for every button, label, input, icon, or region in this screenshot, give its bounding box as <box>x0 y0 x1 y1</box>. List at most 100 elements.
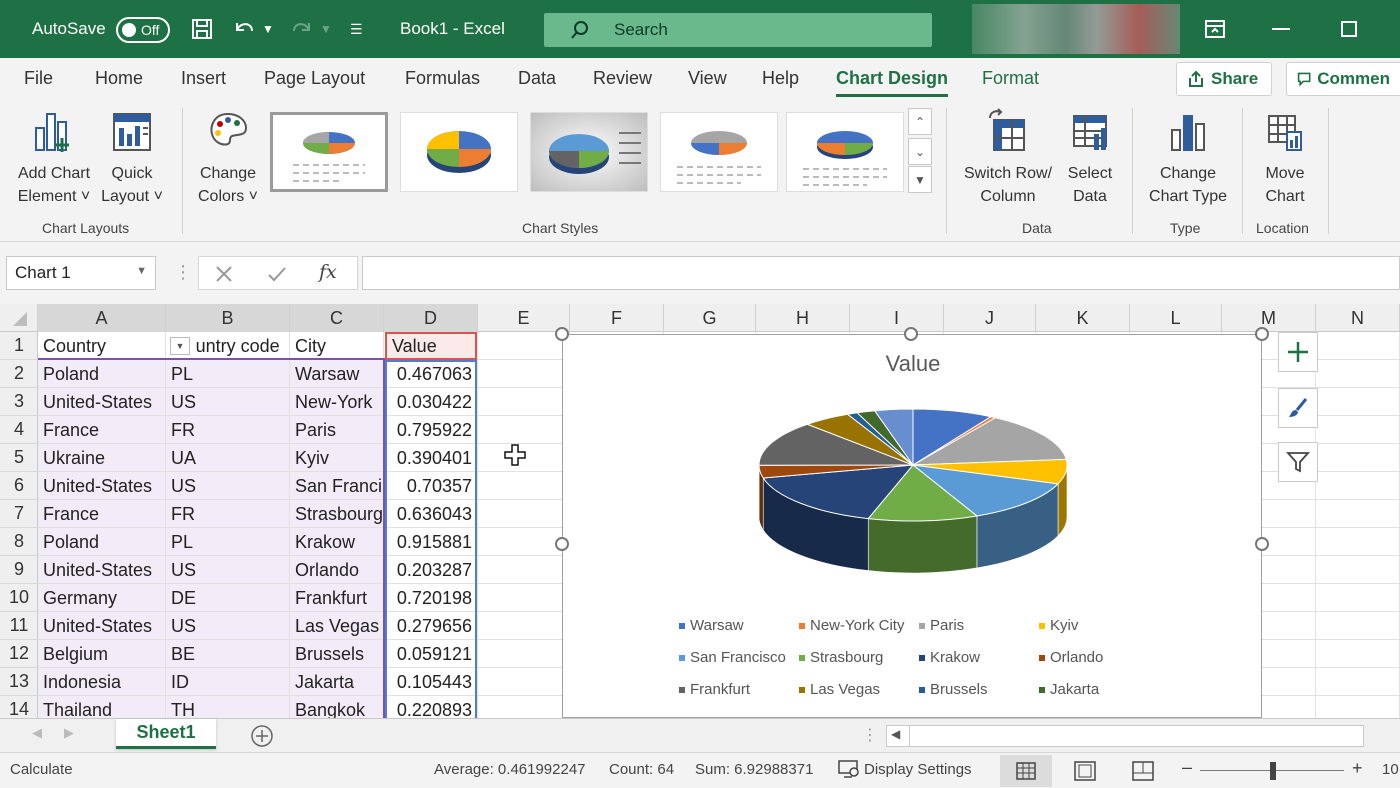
tab-formulas[interactable]: Formulas <box>405 68 480 89</box>
row-header-6[interactable]: 6 <box>0 472 38 500</box>
header-cell-value[interactable]: Value <box>385 332 477 360</box>
cell-country[interactable]: United-States <box>38 472 166 500</box>
change-colors-button[interactable]: Change Colors ˅ <box>192 108 264 208</box>
formula-input[interactable] <box>362 256 1400 290</box>
chart-resize-handle[interactable] <box>555 327 569 341</box>
row-header-10[interactable]: 10 <box>0 584 38 612</box>
column-header-l[interactable]: L <box>1130 304 1222 332</box>
chart-filters-button[interactable] <box>1278 442 1318 482</box>
chart-resize-handle[interactable] <box>904 327 918 341</box>
header-cell-country[interactable]: Country <box>38 332 166 360</box>
legend-entry[interactable]: Warsaw <box>679 617 744 634</box>
undo-dropdown-icon[interactable]: ▼ <box>262 0 274 58</box>
pie-plot[interactable] <box>563 395 1263 595</box>
tab-format[interactable]: Format <box>982 68 1039 89</box>
cell-country-code[interactable]: US <box>166 556 290 584</box>
cell-city[interactable]: Brussels <box>290 640 384 668</box>
cell-country[interactable]: Indonesia <box>38 668 166 696</box>
chart-style-3[interactable] <box>530 112 648 192</box>
cell-city[interactable]: Orlando <box>290 556 384 584</box>
cell-country[interactable]: France <box>38 416 166 444</box>
cell-country[interactable]: France <box>38 500 166 528</box>
account-avatar[interactable] <box>972 4 1180 54</box>
cell-country[interactable]: United-States <box>38 556 166 584</box>
column-header-m[interactable]: M <box>1222 304 1316 332</box>
chart-style-2[interactable] <box>400 112 518 192</box>
zoom-level[interactable]: 10 <box>1382 761 1399 778</box>
cell-city[interactable]: Kyiv <box>290 444 384 472</box>
horizontal-scrollbar[interactable]: ◀ <box>886 725 1364 747</box>
customize-qat-icon[interactable]: ☰ <box>350 0 363 58</box>
cell-city[interactable]: New-York <box>290 388 384 416</box>
prev-sheet-icon[interactable]: ◀ <box>32 725 42 741</box>
cell-city[interactable]: Jakarta <box>290 668 384 696</box>
column-header-e[interactable]: E <box>478 304 570 332</box>
move-chart-button[interactable]: Move Chart <box>1254 108 1316 208</box>
tab-help[interactable]: Help <box>762 68 799 89</box>
select-data-button[interactable]: Select Data <box>1062 108 1118 208</box>
ribbon-display-icon[interactable] <box>1204 0 1226 58</box>
cell-country[interactable]: United-States <box>38 612 166 640</box>
column-header-a[interactable]: A <box>38 304 166 332</box>
pie-slice-side[interactable] <box>867 515 978 574</box>
enter-icon[interactable] <box>267 265 287 283</box>
chart-area[interactable]: Value Warsaw New-York City Paris Kyiv San Fr… <box>562 334 1262 718</box>
row-header-9[interactable]: 9 <box>0 556 38 584</box>
legend-entry[interactable]: Brussels <box>919 681 988 698</box>
legend-entry[interactable]: Frankfurt <box>679 681 750 698</box>
column-header-f[interactable]: F <box>570 304 664 332</box>
cell-country-code[interactable]: PL <box>166 360 290 388</box>
column-header-h[interactable]: H <box>756 304 850 332</box>
tab-chart-design[interactable]: Chart Design <box>836 68 949 97</box>
save-icon[interactable] <box>190 0 214 58</box>
chart-style-1[interactable] <box>270 112 388 192</box>
undo-icon[interactable] <box>232 0 258 58</box>
change-chart-type-button[interactable]: Change Chart Type <box>1142 108 1234 208</box>
row-header-4[interactable]: 4 <box>0 416 38 444</box>
filter-dropdown-icon[interactable]: ▼ <box>170 337 190 355</box>
cell-country-code[interactable]: PL <box>166 528 290 556</box>
chart-styles-button[interactable] <box>1278 388 1318 428</box>
add-chart-element-button[interactable]: Add Chart Element ˅ <box>12 108 96 208</box>
row-header-13[interactable]: 13 <box>0 668 38 696</box>
normal-view-button[interactable] <box>1000 755 1052 787</box>
row-header-11[interactable]: 11 <box>0 612 38 640</box>
name-box[interactable]: Chart 1 ▼ <box>6 256 156 290</box>
display-settings-button[interactable]: Display Settings <box>838 759 972 779</box>
next-sheet-icon[interactable]: ▶ <box>64 725 74 741</box>
cell-city[interactable]: Frankfurt <box>290 584 384 612</box>
tab-page-layout[interactable]: Page Layout <box>264 68 365 89</box>
column-header-k[interactable]: K <box>1036 304 1130 332</box>
cell-country-code[interactable]: UA <box>166 444 290 472</box>
tab-insert[interactable]: Insert <box>181 68 226 89</box>
cell-country-code[interactable]: US <box>166 388 290 416</box>
scroll-left-icon[interactable]: ◀ <box>891 727 900 741</box>
legend-entry[interactable]: Las Vegas <box>799 681 880 698</box>
redo-dropdown-icon[interactable]: ▼ <box>320 0 332 58</box>
row-header-7[interactable]: 7 <box>0 500 38 528</box>
legend-entry[interactable]: Jakarta <box>1039 681 1099 698</box>
cell-country[interactable]: United-States <box>38 388 166 416</box>
row-header-1[interactable]: 1 <box>0 332 38 360</box>
cell-city[interactable]: Strasbourg <box>290 500 384 528</box>
row-header-5[interactable]: 5 <box>0 444 38 472</box>
cancel-icon[interactable] <box>215 265 233 283</box>
tab-data[interactable]: Data <box>518 68 556 89</box>
styles-more-icon[interactable]: ▼ <box>908 166 932 193</box>
tab-home[interactable]: Home <box>95 68 143 89</box>
styles-scroll-up-icon[interactable]: ⌃ <box>908 108 932 135</box>
column-header-n[interactable]: N <box>1316 304 1400 332</box>
column-header-g[interactable]: G <box>664 304 756 332</box>
search-box[interactable]: Search <box>544 13 932 47</box>
zoom-in-button[interactable]: + <box>1352 758 1363 779</box>
maximize-icon[interactable] <box>1340 0 1358 58</box>
column-header-c[interactable]: C <box>290 304 384 332</box>
header-cell-city[interactable]: City <box>290 332 384 360</box>
row-header-3[interactable]: 3 <box>0 388 38 416</box>
cell-country[interactable]: Poland <box>38 528 166 556</box>
cell-country[interactable]: Poland <box>38 360 166 388</box>
row-header-8[interactable]: 8 <box>0 528 38 556</box>
column-header-i[interactable]: I <box>850 304 944 332</box>
scroll-split-icon[interactable]: ⋮ <box>862 725 878 745</box>
page-layout-view-button[interactable] <box>1074 761 1096 785</box>
